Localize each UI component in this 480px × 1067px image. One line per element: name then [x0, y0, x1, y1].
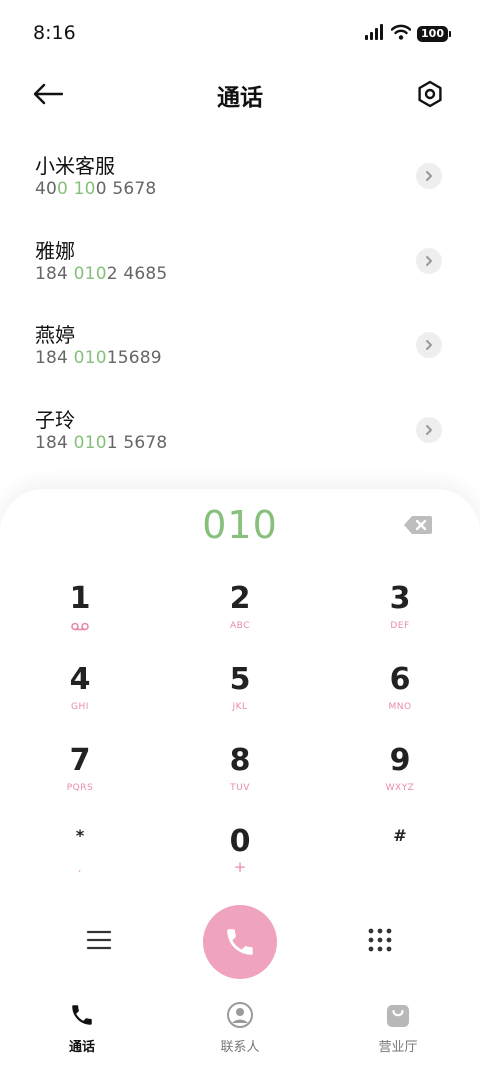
backspace-icon: [404, 516, 432, 534]
page-title: 通话: [217, 85, 263, 111]
dialpad-icon: [368, 928, 392, 952]
contact-row[interactable]: 小米客服 400 100 5678: [0, 134, 480, 219]
header: 通话: [0, 68, 480, 120]
contact-list: 小米客服 400 100 5678 雅娜 184 0102 4685 燕婷 18…: [0, 134, 480, 472]
battery-icon: 100: [417, 26, 451, 42]
key-7[interactable]: 7 PQRS: [0, 741, 160, 822]
voicemail-icon: [71, 622, 89, 631]
status-bar: 8:16 100: [0, 0, 480, 68]
dial-actions: [0, 903, 480, 983]
contact-number: 184 0102 4685: [35, 263, 168, 284]
key-3[interactable]: 3 DEF: [320, 579, 480, 660]
person-icon: [226, 1000, 254, 1030]
key-9[interactable]: 9 WXYZ: [320, 741, 480, 822]
chevron-right-icon: [426, 255, 432, 266]
contact-detail-button[interactable]: [416, 416, 442, 443]
shopping-bag-icon: [385, 1000, 411, 1030]
contact-detail-button[interactable]: [416, 332, 442, 358]
nav-label: 联系人: [220, 1040, 260, 1055]
bottom-nav: 通话 联系人 营业厅: [0, 988, 480, 1067]
nav-label: 通话: [68, 1040, 95, 1055]
key-5[interactable]: 5 JKL: [160, 660, 320, 741]
contact-name: 子玲: [35, 407, 75, 432]
phone-icon: [69, 1000, 95, 1030]
key-1[interactable]: 1: [0, 579, 160, 660]
menu-icon: [86, 930, 112, 950]
settings-button[interactable]: [412, 76, 448, 112]
menu-button[interactable]: [84, 925, 114, 955]
chevron-right-icon: [426, 340, 432, 350]
status-icons: 100: [365, 24, 451, 44]
keypad: 1 2 ABC 3 DEF 4 GHI 5 JKL 6 MNO 7 PQRS 8…: [0, 579, 480, 903]
contact-name: 雅娜: [35, 238, 75, 263]
contact-number: 184 0101 5678: [35, 432, 168, 453]
delete-button[interactable]: [402, 513, 434, 537]
contact-row[interactable]: 雅娜 184 0102 4685: [0, 219, 480, 304]
contact-number: 400 100 5678: [35, 179, 157, 199]
contact-detail-button[interactable]: [416, 163, 442, 189]
phone-call-icon: [227, 929, 253, 955]
contact-name: 小米客服: [35, 154, 115, 178]
chevron-right-icon: [426, 171, 432, 181]
contact-row[interactable]: 燕婷 184 01015689: [0, 303, 480, 388]
nav-item-service-hall[interactable]: 营业厅: [338, 1000, 458, 1055]
key-6[interactable]: 6 MNO: [320, 660, 480, 741]
key-hash[interactable]: #: [320, 822, 480, 903]
key-0[interactable]: 0 +: [160, 822, 320, 903]
key-2[interactable]: 2 ABC: [160, 579, 320, 660]
contact-number: 184 01015689: [35, 348, 162, 368]
status-time: 8:16: [33, 22, 76, 44]
contact-name: 燕婷: [35, 323, 75, 347]
contact-detail-button[interactable]: [416, 247, 442, 274]
call-button[interactable]: [203, 905, 277, 979]
key-4[interactable]: 4 GHI: [0, 660, 160, 741]
chevron-right-icon: [426, 424, 432, 435]
nav-item-calls[interactable]: 通话: [22, 1000, 142, 1055]
wifi-icon: [390, 24, 412, 44]
contact-row[interactable]: 子玲 184 0101 5678: [0, 388, 480, 473]
key-8[interactable]: 8 TUV: [160, 741, 320, 822]
nav-item-contacts[interactable]: 联系人: [180, 1000, 300, 1055]
settings-hexagon-icon: [418, 80, 442, 108]
nav-label: 营业厅: [378, 1040, 418, 1055]
keypad-toggle-button[interactable]: [365, 925, 395, 955]
key-star[interactable]: * ,: [0, 822, 160, 903]
dial-panel: 010 1 2 ABC 3 DEF 4 GHI 5 JKL 6 MNO 7 PQ…: [0, 489, 480, 989]
signal-icon: [365, 24, 385, 44]
